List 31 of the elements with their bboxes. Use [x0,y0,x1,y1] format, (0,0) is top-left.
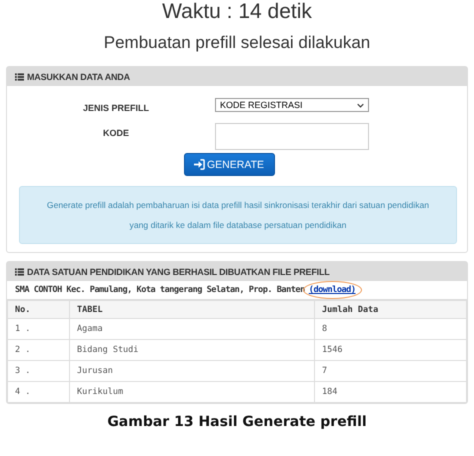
generate-button[interactable]: GENERATE [184,153,274,176]
field-label: KODE [102,127,130,138]
table-cell: Kurikulum [70,382,314,402]
field-label: JENIS PREFILL [82,102,150,113]
panel-title: DATA SATUAN PENDIDIKAN YANG BERHASIL DIBUATKAN FILE PREFILL [27,266,330,276]
panel-title: MASUKKAN DATA ANDA [27,72,130,82]
table-cell: 184 [314,382,466,402]
info-text: Generate prefill adalah pembaharuan isi data prefill hasil sinkronisasi terakhir dari satuan pendidikan yang ditarik ke dalam file database persatuan pendidikan [46,200,430,230]
table-cell: 2 . [8,340,70,360]
table-cell: 4 . [8,382,70,402]
table-cell: 8 [314,318,466,340]
code-input[interactable] [215,123,369,150]
list-icon [15,268,24,276]
table-cell: Jurusan [70,360,314,382]
table-cell: 1 . [8,318,70,340]
table-cell: 3 . [8,360,70,382]
table-cell: Bidang Studi [70,340,314,360]
table-cell: 1546 [314,340,466,360]
chevron-down-icon [357,102,364,108]
figure-caption: Gambar 13 Hasil Generate prefill [106,414,368,431]
prefill-type-dropdown[interactable]: KODE REGISTRASI [215,98,369,112]
status-message: Pembuatan prefill selesai dilakukan [102,32,372,54]
column-header: TABEL [70,300,314,318]
list-icon [15,72,24,80]
column-header: Jumlah Data [314,300,466,318]
column-header: No. [8,300,70,318]
table-cell: 7 [314,360,466,382]
table-cell: Agama [70,318,314,340]
page-title: Waktu : 14 detik [161,0,313,24]
download-link[interactable]: (download) [308,285,356,295]
sign-in-icon [194,159,205,170]
